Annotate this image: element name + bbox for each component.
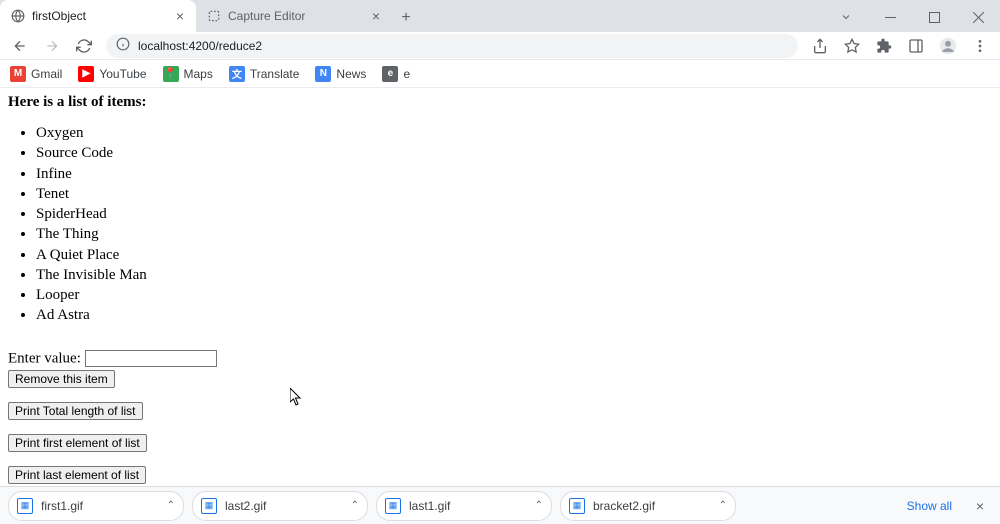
file-icon: ▦ [201,498,217,514]
input-label: Enter value: [8,350,85,366]
chevron-down-icon[interactable] [824,2,868,32]
address-bar[interactable]: localhost:4200/reduce2 [106,34,798,58]
browser-tab[interactable]: Capture Editor × [196,0,392,32]
close-icon[interactable]: × [370,8,382,24]
download-filename: last2.gif [225,499,343,513]
file-icon: ▦ [17,498,33,514]
list-item: SpiderHead [36,204,992,224]
bookmark-icon: 📍 [163,66,179,82]
list-item: The Invisible Man [36,265,992,285]
bookmark-item[interactable]: 📍 Maps [163,66,213,82]
star-icon[interactable] [838,32,866,60]
tab-title: Capture Editor [228,9,364,23]
download-filename: first1.gif [41,499,159,513]
browser-title-bar: firstObject × Capture Editor × + [0,0,1000,32]
download-filename: bracket2.gif [593,499,711,513]
bookmark-item[interactable]: ee [382,66,410,82]
close-icon[interactable]: × [968,494,992,518]
page-content: Here is a list of items: OxygenSource Co… [0,88,1000,486]
bookmark-item[interactable]: 文 Translate [229,66,300,82]
download-filename: last1.gif [409,499,527,513]
share-icon[interactable] [806,32,834,60]
bookmark-icon: ▶ [78,66,94,82]
download-item[interactable]: ▦ first1.gif ⌃ [8,491,184,521]
bookmark-label: YouTube [99,67,146,81]
close-icon[interactable]: × [174,8,186,24]
bookmarks-bar: M Gmail ▶ YouTube 📍 Maps 文 Translate N News ee [0,60,1000,88]
new-tab-button[interactable]: + [392,4,420,32]
items-list: OxygenSource CodeInfineTenetSpiderHeadTh… [36,123,992,326]
browser-toolbar: localhost:4200/reduce2 [0,32,1000,60]
globe-icon [10,8,26,24]
file-icon: ▦ [385,498,401,514]
bookmark-icon: N [315,66,331,82]
url-text: localhost:4200/reduce2 [138,39,262,53]
chevron-up-icon[interactable]: ⌃ [167,500,175,511]
bookmark-label: Translate [250,67,300,81]
bookmark-label: News [336,67,366,81]
list-item: Looper [36,285,992,305]
list-item: The Thing [36,224,992,244]
back-button[interactable] [6,32,34,60]
print-total-button[interactable]: Print Total length of list [8,402,143,420]
browser-tab-active[interactable]: firstObject × [0,0,196,32]
chevron-up-icon[interactable]: ⌃ [719,500,727,511]
reload-button[interactable] [70,32,98,60]
menu-icon[interactable] [966,32,994,60]
bookmark-icon: 文 [229,66,245,82]
print-last-button[interactable]: Print last element of list [8,466,146,484]
maximize-icon[interactable] [912,2,956,32]
show-all-link[interactable]: Show all [899,499,960,513]
download-item[interactable]: ▦ last1.gif ⌃ [376,491,552,521]
page-heading: Here is a list of items: [8,94,992,111]
print-first-button[interactable]: Print first element of list [8,434,147,452]
download-item[interactable]: ▦ last2.gif ⌃ [192,491,368,521]
extensions-icon[interactable] [870,32,898,60]
list-item: A Quiet Place [36,245,992,265]
bookmark-item[interactable]: M Gmail [10,66,62,82]
bookmark-label: Gmail [31,67,62,81]
bookmark-item[interactable]: ▶ YouTube [78,66,146,82]
info-icon [116,37,130,54]
remove-item-button[interactable]: Remove this item [8,370,115,388]
minimize-icon[interactable] [868,2,912,32]
list-item: Oxygen [36,123,992,143]
list-item: Infine [36,164,992,184]
forward-button[interactable] [38,32,66,60]
close-window-icon[interactable] [956,2,1000,32]
chevron-up-icon[interactable]: ⌃ [351,500,359,511]
value-input[interactable] [85,350,217,367]
profile-icon[interactable] [934,32,962,60]
list-item: Tenet [36,184,992,204]
bookmark-item[interactable]: N News [315,66,366,82]
bookmark-label: Maps [184,67,213,81]
bookmark-label: e [403,67,410,81]
file-icon: ▦ [569,498,585,514]
chevron-up-icon[interactable]: ⌃ [535,500,543,511]
downloads-bar: ▦ first1.gif ⌃ ▦ last2.gif ⌃ ▦ last1.gif ⌃ ▦ brack… [0,486,1000,524]
download-item[interactable]: ▦ bracket2.gif ⌃ [560,491,736,521]
tab-title: firstObject [32,9,168,23]
list-item: Ad Astra [36,305,992,325]
capture-icon [206,8,222,24]
list-item: Source Code [36,143,992,163]
side-panel-icon[interactable] [902,32,930,60]
bookmark-icon: e [382,66,398,82]
bookmark-icon: M [10,66,26,82]
window-controls [824,2,1000,32]
